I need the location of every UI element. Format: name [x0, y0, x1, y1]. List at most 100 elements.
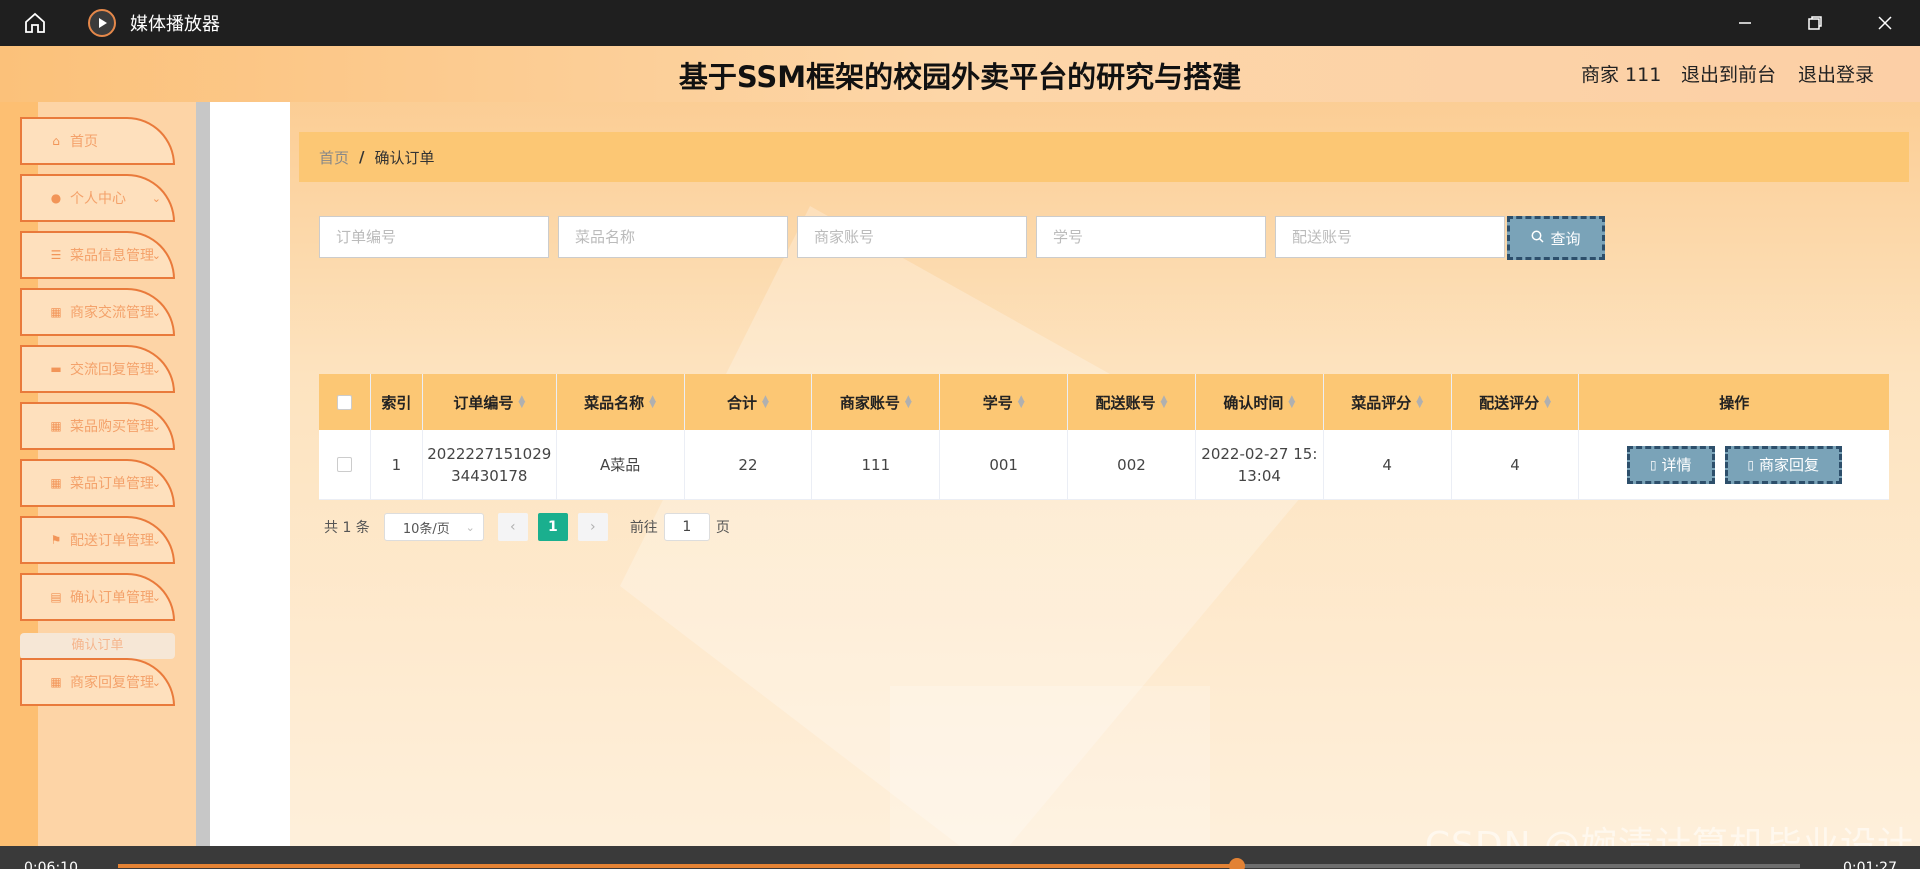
total-count: 共 1 条	[324, 520, 370, 536]
column-delivery-score[interactable]: 配送评分 ▲ ▼	[1452, 374, 1580, 430]
chevron-down-icon: ⌄	[151, 362, 161, 376]
column-dish-name[interactable]: 菜品名称 ▲ ▼	[557, 374, 685, 430]
order-no-input[interactable]: 订单编号	[319, 216, 549, 258]
window-titlebar: 媒体播放器	[0, 0, 1920, 46]
app-title: 媒体播放器	[130, 14, 220, 35]
breadcrumb-home[interactable]: 首页	[319, 147, 349, 168]
merchant-account-input[interactable]: 商家账号	[797, 216, 1027, 258]
column-dish-score[interactable]: 菜品评分 ▲ ▼	[1324, 374, 1452, 430]
chevron-down-icon: ⌄	[151, 533, 161, 547]
breadcrumb: 首页 / 确认订单	[299, 132, 1909, 182]
column-index: 索引	[371, 374, 423, 430]
chat-icon: ▬	[50, 362, 62, 376]
column-confirm-time[interactable]: 确认时间 ▲ ▼	[1196, 374, 1324, 430]
close-icon[interactable]	[1850, 0, 1920, 46]
prev-page-button[interactable]: ‹	[497, 513, 528, 541]
delivery-account-input[interactable]: 配送账号	[1275, 216, 1505, 258]
goto-page-input[interactable]: 1	[663, 513, 710, 541]
sort-icon[interactable]: ▲ ▼	[1544, 395, 1551, 410]
sidebar-item-dish-order[interactable]: ▦ 菜品订单管理 ⌄	[20, 459, 175, 507]
home-icon[interactable]	[0, 0, 70, 46]
cell-order-no: 2022227151029 34430178	[423, 430, 557, 499]
sidebar-scrollbar[interactable]	[196, 102, 210, 869]
column-total[interactable]: 合计 ▲ ▼	[685, 374, 813, 430]
table-row: 1 2022227151029 34430178 A菜品 22 111 001 0…	[319, 430, 1889, 500]
dish-name-input[interactable]: 菜品名称	[558, 216, 788, 258]
sidebar: ⌂ 首页 ● 个人中心 ⌄ ☰ 菜品信息管理 ⌄ ▦ 商家交流管理 ⌄ ▬ 交流回复管理 ⌄ ▦ 菜…	[0, 102, 210, 869]
main-content: 首页 / 确认订单 订单编号 菜品名称 商家账号 学号 配送账号 查询 索引 订…	[290, 102, 1920, 869]
site-header: 基于SSM框架的校园外卖平台的研究与搭建 商家 111 退出到前台 退出登录	[0, 46, 1920, 102]
merchant-reply-button[interactable]: ▯ 商家回复	[1724, 445, 1842, 484]
sidebar-item-confirm-order[interactable]: ▤ 确认订单管理 ⌄	[20, 573, 175, 621]
flag-icon: ⚑	[50, 533, 62, 547]
sort-icon[interactable]: ▲ ▼	[518, 395, 525, 410]
cell-total: 22	[685, 430, 813, 499]
printer-icon: ▤	[50, 590, 62, 604]
sidebar-item-dish-purchase[interactable]: ▦ 菜品购买管理 ⌄	[20, 402, 175, 450]
search-button[interactable]: 查询	[1507, 216, 1605, 260]
page-suffix: 页	[715, 520, 730, 536]
sidebar-item-merchant-chat[interactable]: ▦ 商家交流管理 ⌄	[20, 288, 175, 336]
sort-icon[interactable]: ▲ ▼	[649, 395, 656, 410]
page-1-button[interactable]: 1	[537, 513, 568, 541]
video-frame: 基于SSM框架的校园外卖平台的研究与搭建 商家 111 退出到前台 退出登录 ⌂…	[0, 46, 1920, 869]
seek-knob[interactable]	[1228, 858, 1245, 869]
cell-delivery-score: 4	[1452, 430, 1580, 499]
goto-label: 前往	[629, 520, 658, 536]
sidebar-item-personal-center[interactable]: ● 个人中心 ⌄	[20, 174, 175, 222]
grid-icon: ▦	[50, 305, 62, 319]
breadcrumb-separator: /	[359, 148, 365, 166]
cell-merchant: 111	[812, 430, 941, 499]
elapsed-time: 0:06:10	[24, 860, 78, 869]
select-all-checkbox[interactable]	[319, 374, 371, 430]
user-icon: ●	[50, 191, 62, 205]
breadcrumb-current: 确认订单	[374, 148, 435, 167]
column-student[interactable]: 学号 ▲ ▼	[940, 374, 1069, 430]
sidebar-item-dish-info[interactable]: ☰ 菜品信息管理 ⌄	[20, 231, 175, 279]
grid-icon: ▦	[50, 476, 62, 490]
sort-icon[interactable]: ▲ ▼	[1018, 395, 1025, 410]
cell-student: 001	[940, 430, 1069, 499]
detail-button[interactable]: ▯ 详情	[1626, 445, 1715, 484]
logout-link[interactable]: 退出登录	[1798, 60, 1874, 87]
cell-actions: ▯ 详情 ▯ 商家回复	[1579, 430, 1889, 499]
sort-icon[interactable]: ▲ ▼	[762, 395, 769, 410]
column-merchant[interactable]: 商家账号 ▲ ▼	[812, 374, 941, 430]
column-delivery[interactable]: 配送账号 ▲ ▼	[1068, 374, 1196, 430]
page-size-select[interactable]: 10条/页 ⌄	[383, 513, 484, 541]
grid-icon: ▦	[50, 419, 62, 433]
sidebar-item-merchant-reply[interactable]: ▦ 商家回复管理 ⌄	[20, 658, 175, 706]
chevron-down-icon: ⌄	[151, 419, 161, 433]
row-checkbox[interactable]	[319, 430, 371, 499]
cell-index: 1	[371, 430, 423, 499]
current-user: 商家 111	[1581, 64, 1662, 86]
sidebar-item-delivery-order[interactable]: ⚑ 配送订单管理 ⌄	[20, 516, 175, 564]
sidebar-item-chat-reply[interactable]: ▬ 交流回复管理 ⌄	[20, 345, 175, 393]
cell-dish-name: A菜品	[557, 430, 685, 499]
sort-icon[interactable]: ▲ ▼	[905, 395, 912, 410]
chevron-down-icon: ⌄	[151, 590, 161, 604]
chevron-down-icon: ⌄	[151, 248, 161, 262]
chevron-down-icon: ⌄	[151, 476, 161, 490]
cell-confirm-time: 2022-02-27 15: 13:04	[1196, 430, 1324, 499]
column-order-no[interactable]: 订单编号 ▲ ▼	[423, 374, 557, 430]
cell-dish-score: 4	[1324, 430, 1452, 499]
chevron-down-icon: ⌄	[465, 520, 475, 534]
chevron-down-icon: ⌄	[151, 675, 161, 689]
orders-table: 索引 订单编号 ▲ ▼ 菜品名称 ▲ ▼ 合计 ▲ ▼ 商家账号 ▲ ▼ 学号 ▲ ▼ 配送账号 ▲ ▼…	[319, 374, 1889, 500]
sort-icon[interactable]: ▲ ▼	[1416, 395, 1423, 410]
sidebar-subitem-confirm-order[interactable]: 确认订单	[20, 633, 175, 659]
next-page-button[interactable]: ›	[577, 513, 608, 541]
minimize-icon[interactable]	[1710, 0, 1780, 46]
back-to-front-link[interactable]: 退出到前台	[1681, 60, 1776, 87]
seek-bar[interactable]	[118, 858, 1800, 869]
sort-icon[interactable]: ▲ ▼	[1161, 395, 1168, 410]
sort-icon[interactable]: ▲ ▼	[1288, 395, 1295, 410]
restore-icon[interactable]	[1780, 0, 1850, 46]
chevron-down-icon: ⌄	[151, 191, 161, 205]
grid-icon: ▦	[50, 675, 62, 689]
play-icon	[88, 9, 116, 37]
student-no-input[interactable]: 学号	[1036, 216, 1266, 258]
list-icon: ☰	[50, 248, 62, 262]
sidebar-item-home[interactable]: ⌂ 首页	[20, 117, 175, 165]
